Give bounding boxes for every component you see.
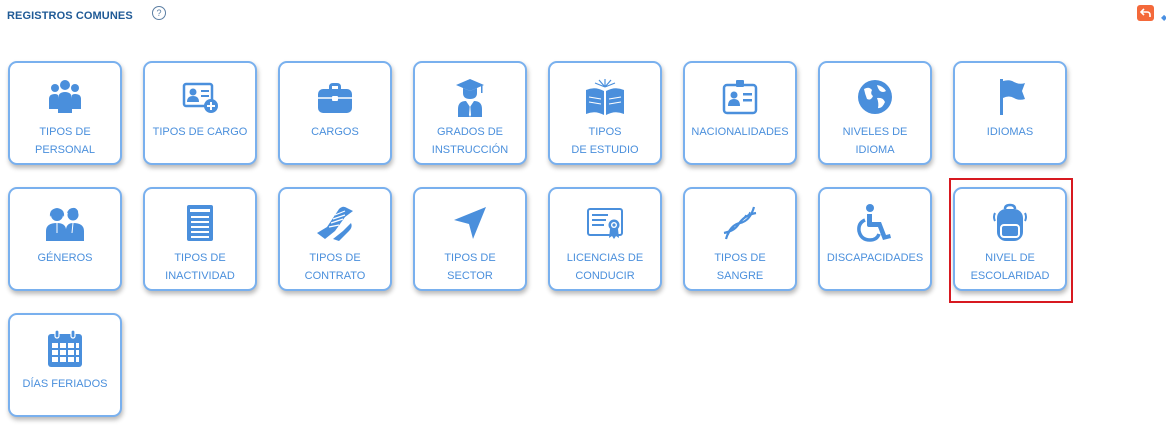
question-circle-icon[interactable]: ? bbox=[152, 6, 166, 20]
card-generos[interactable]: GÉNEROS bbox=[8, 187, 122, 291]
dna-icon bbox=[685, 203, 795, 243]
card-tipos-de-personal[interactable]: TIPOS DE PERSONAL bbox=[8, 61, 122, 165]
card-licencias-de-conducir[interactable]: LICENCIAS DE CONDUCIR bbox=[548, 187, 662, 291]
id-badge-icon bbox=[685, 77, 795, 117]
card-idiomas[interactable]: IDIOMAS bbox=[953, 61, 1067, 165]
graduate-icon bbox=[415, 77, 525, 117]
card-tipos-de-estudio[interactable]: TIPOS DE ESTUDIO bbox=[548, 61, 662, 165]
card-label: IDIOMAS bbox=[986, 126, 1034, 138]
card-label: CARGOS bbox=[311, 126, 359, 138]
card-label: NACIONALIDADES bbox=[691, 126, 789, 138]
card-label: TIPOS DE SANGRE bbox=[714, 252, 766, 282]
card-discapacidades[interactable]: DISCAPACIDADES bbox=[818, 187, 932, 291]
back-button[interactable] bbox=[1137, 5, 1154, 21]
card-label: DÍAS FERIADOS bbox=[22, 378, 108, 390]
card-label: TIPOS DE SECTOR bbox=[444, 252, 496, 282]
couple-icon bbox=[10, 203, 120, 243]
card-grados-de-instruccion[interactable]: GRADOS DE INSTRUCCIÓN bbox=[413, 61, 527, 165]
selection-highlight bbox=[949, 178, 1073, 303]
card-tipos-de-sangre[interactable]: TIPOS DE SANGRE bbox=[683, 187, 797, 291]
card-nacionalidades[interactable]: NACIONALIDADES bbox=[683, 61, 797, 165]
card-tipos-de-inactividad[interactable]: TIPOS DE INACTIVIDAD bbox=[143, 187, 257, 291]
card-label: TIPOS DE PERSONAL bbox=[35, 126, 95, 156]
edge-mark: ◆ bbox=[1161, 13, 1166, 22]
document-list-icon bbox=[145, 203, 255, 243]
card-label: GRADOS DE INSTRUCCIÓN bbox=[431, 126, 509, 156]
globe-icon bbox=[820, 77, 930, 117]
open-book-icon bbox=[550, 77, 660, 117]
handshake-icon bbox=[280, 203, 390, 243]
wheelchair-icon bbox=[820, 203, 930, 243]
card-label: LICENCIAS DE CONDUCIR bbox=[566, 252, 644, 282]
card-label: NIVELES DE IDIOMA bbox=[842, 126, 908, 156]
top-bar: REGISTROS COMUNES ? ◆ bbox=[0, 0, 1166, 34]
page-title: REGISTROS COMUNES bbox=[7, 10, 133, 22]
card-niveles-de-idioma[interactable]: NIVELES DE IDIOMA bbox=[818, 61, 932, 165]
card-label: TIPOS DE CARGO bbox=[152, 126, 248, 138]
card-cargos[interactable]: CARGOS bbox=[278, 61, 392, 165]
id-card-plus-icon bbox=[145, 77, 255, 117]
card-tipos-de-cargo[interactable]: TIPOS DE CARGO bbox=[143, 61, 257, 165]
card-label: TIPOS DE ESTUDIO bbox=[571, 126, 639, 156]
card-label: TIPOS DE INACTIVIDAD bbox=[165, 252, 235, 282]
location-arrow-icon bbox=[415, 203, 525, 243]
flag-icon bbox=[955, 77, 1065, 117]
calendar-icon bbox=[10, 329, 120, 369]
card-label: DISCAPACIDADES bbox=[826, 252, 924, 264]
undo-icon bbox=[1140, 8, 1151, 17]
card-tipos-de-contrato[interactable]: TIPOS DE CONTRATO bbox=[278, 187, 392, 291]
card-label: GÉNEROS bbox=[37, 252, 93, 264]
certificate-icon bbox=[550, 203, 660, 243]
card-dias-feriados[interactable]: DÍAS FERIADOS bbox=[8, 313, 122, 417]
users-group-icon bbox=[10, 77, 120, 117]
card-tipos-de-sector[interactable]: TIPOS DE SECTOR bbox=[413, 187, 527, 291]
briefcase-icon bbox=[280, 77, 390, 117]
card-label: TIPOS DE CONTRATO bbox=[304, 252, 366, 282]
